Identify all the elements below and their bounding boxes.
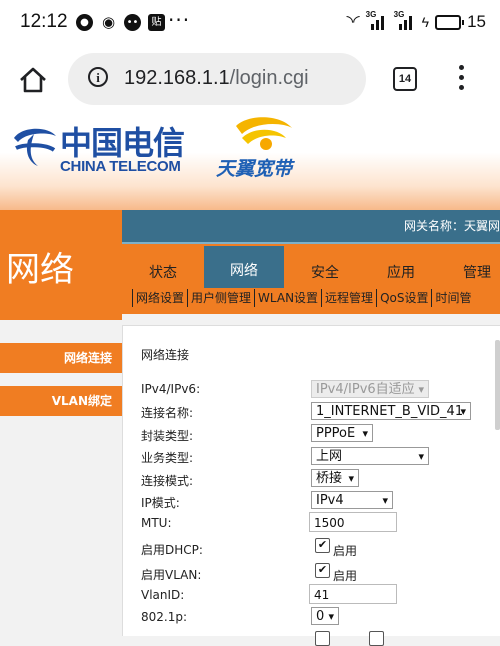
ip-version-select: IPv4/IPv6自适应: [311, 380, 429, 399]
top-tabs: 状态 网络 安全 应用 管理: [122, 242, 500, 290]
encapsulation-select[interactable]: PPPoE: [311, 424, 373, 443]
ip-version-label: IPv4/IPv6:: [141, 382, 201, 396]
address-bar[interactable]: i 192.168.1.1/login.cgi: [68, 53, 366, 105]
chat-icon: ●: [76, 14, 93, 31]
sidebar-item-vlan-binding[interactable]: VLAN绑定: [0, 386, 122, 416]
sub-navigation: 网络设置 用户侧管理 WLAN设置 远程管理 QoS设置 时间管: [122, 288, 500, 314]
tab-switcher-button[interactable]: 14: [393, 67, 417, 91]
subnav-user-side[interactable]: 用户侧管理: [187, 288, 254, 307]
more-options-icon[interactable]: [457, 65, 465, 95]
subnav-network-settings[interactable]: 网络设置: [132, 288, 187, 307]
connection-name-label: 连接名称:: [141, 406, 194, 420]
section-title: 网络: [6, 250, 74, 290]
subnav-qos[interactable]: QoS设置: [376, 288, 431, 307]
connection-name-select[interactable]: 1_INTERNET_B_VID_41: [311, 402, 471, 421]
mtu-input[interactable]: 1500: [309, 512, 397, 532]
dhcp-checkbox-label: 启用: [333, 544, 358, 558]
status-time: 12:12: [20, 11, 68, 32]
priority-label: 802.1p:: [141, 610, 188, 624]
partial-checkbox-2[interactable]: [369, 631, 384, 646]
weibo-icon: ◉: [100, 13, 117, 31]
subnav-wlan[interactable]: WLAN设置: [254, 288, 321, 307]
service-type-label: 业务类型:: [141, 451, 194, 465]
tab-status[interactable]: 状态: [130, 256, 196, 290]
china-telecom-logo: [14, 128, 56, 166]
encapsulation-label: 封装类型:: [141, 429, 194, 443]
service-type-select[interactable]: 上网: [311, 447, 429, 466]
status-overflow: ···: [168, 8, 191, 32]
mtu-label: MTU:: [141, 516, 172, 530]
signal-icon-2: 3G: [394, 10, 416, 30]
sidebar-item-network-connection[interactable]: 网络连接: [0, 343, 122, 373]
vlan-id-label: VlanID:: [141, 588, 185, 602]
tieba-icon: 贴: [148, 14, 165, 31]
subnav-time[interactable]: 时间管: [431, 288, 474, 307]
gateway-name-label: 网关名称：天翼网: [404, 219, 500, 233]
gateway-header: 网关名称：天翼网: [122, 210, 500, 242]
form-title: 网络连接: [141, 348, 190, 362]
subnav-remote-mgmt[interactable]: 远程管理: [321, 288, 376, 307]
vlan-id-input[interactable]: 41: [309, 584, 397, 604]
dhcp-checkbox[interactable]: ✔: [315, 538, 330, 553]
ip-mode-select[interactable]: IPv4: [311, 491, 393, 510]
network-connection-form: 网络连接 IPv4/IPv6: IPv4/IPv6自适应 连接名称: 1_INT…: [122, 325, 500, 646]
message-icon: ••: [124, 14, 141, 31]
info-icon[interactable]: i: [88, 67, 108, 87]
vlan-checkbox-label: 启用: [333, 569, 358, 583]
priority-select[interactable]: 0: [311, 607, 339, 626]
charging-icon: ϟ: [421, 14, 430, 30]
connection-mode-select[interactable]: 桥接: [311, 469, 359, 488]
scrollbar[interactable]: [495, 340, 500, 430]
wifi-icon: ◝◜: [346, 12, 360, 31]
vlan-checkbox[interactable]: ✔: [315, 563, 330, 578]
section-heading-block: 网络: [0, 210, 122, 320]
brand-name-en: CHINA TELECOM: [60, 158, 181, 175]
partial-checkbox-1[interactable]: [315, 631, 330, 646]
ip-mode-label: IP模式:: [141, 496, 180, 510]
tab-apps[interactable]: 应用: [368, 256, 434, 290]
tianyi-logo: [236, 117, 292, 150]
status-bar: 12:12 ● ◉ •• 贴 ··· ◝◜ 3G 3G ϟ 15: [0, 0, 500, 48]
tab-security[interactable]: 安全: [292, 256, 358, 290]
home-icon[interactable]: [18, 66, 48, 94]
vlan-label: 启用VLAN:: [141, 568, 202, 582]
dhcp-label: 启用DHCP:: [141, 543, 203, 557]
router-banner: 中国电信 CHINA TELECOM 天翼宽带: [0, 114, 500, 210]
connection-mode-label: 连接模式:: [141, 474, 194, 488]
product-name: 天翼宽带: [216, 158, 293, 180]
browser-toolbar: i 192.168.1.1/login.cgi 14: [0, 48, 500, 114]
battery-level: 15: [467, 12, 486, 31]
url-text[interactable]: 192.168.1.1/login.cgi: [124, 67, 309, 90]
signal-icon-1: 3G: [366, 10, 388, 30]
battery-icon: [435, 14, 465, 30]
tab-network[interactable]: 网络: [204, 246, 284, 290]
main-navigation: 网络 网关名称：天翼网 状态 网络 安全 应用 管理 网络设置 用户侧管理 WLAN…: [0, 210, 500, 320]
tab-management[interactable]: 管理: [444, 256, 500, 290]
